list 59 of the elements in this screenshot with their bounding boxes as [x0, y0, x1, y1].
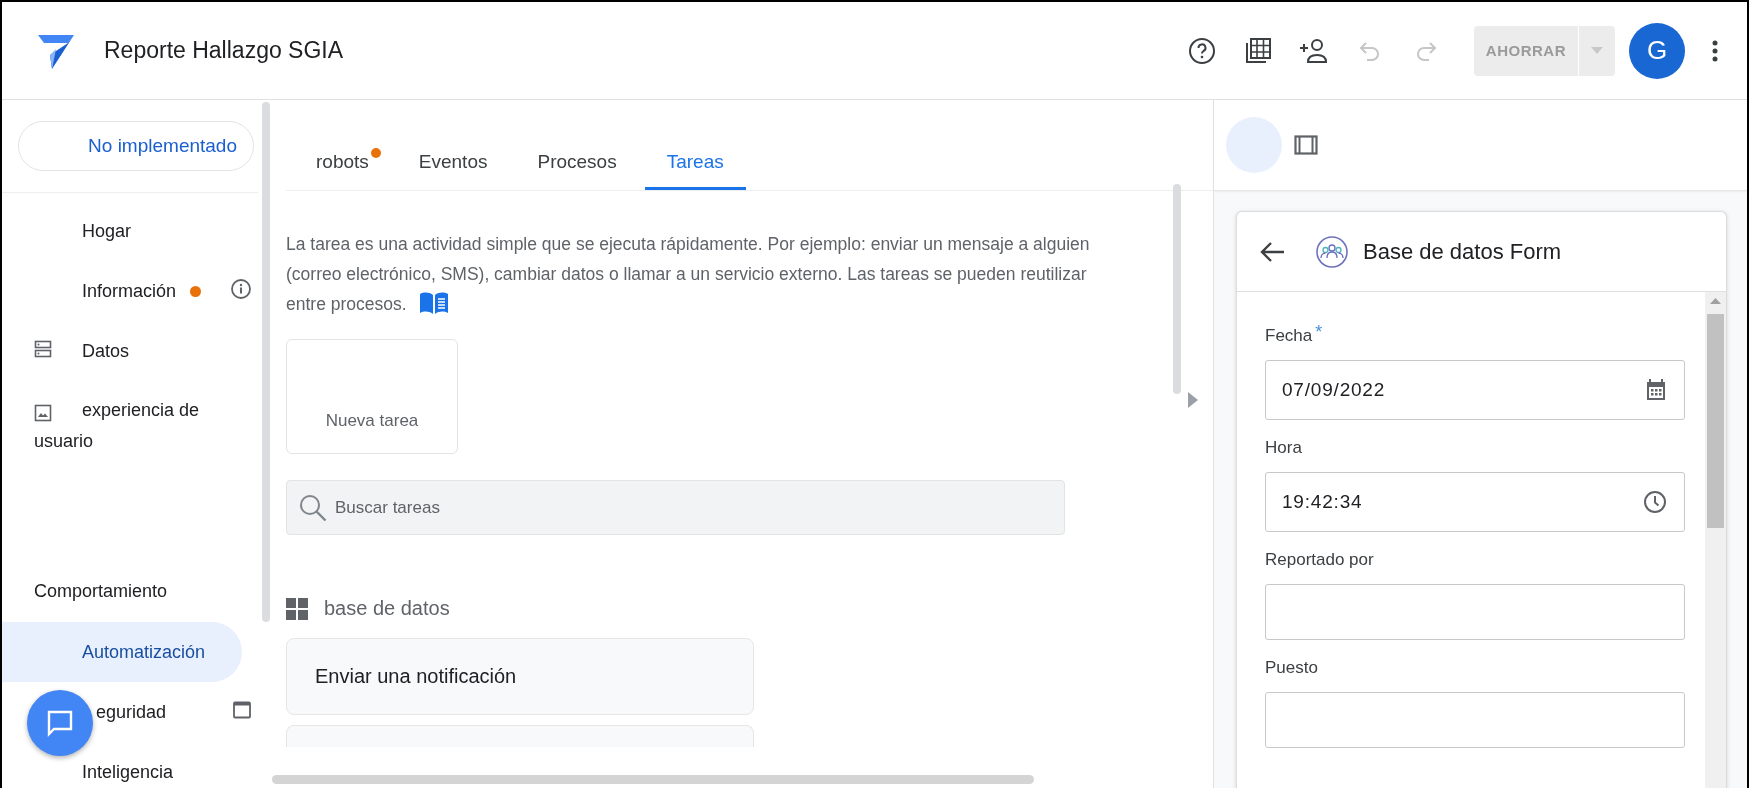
scrollbar-thumb[interactable]: [1707, 314, 1724, 528]
description-text: La tarea es una actividad simple que se ejecuta rápidamente. Por ejemplo: enviar un mensaje a alguien (correo electrónico, SMS), cambiar datos o llamar a un servicio externo. Las tareas se pueden reutilizar entre procesos.: [286, 233, 1091, 317]
people-icon: [1315, 234, 1349, 269]
form-title: Base de datos Form: [1363, 238, 1562, 265]
tab[interactable]: Procesos: [515, 134, 639, 190]
back-arrow-icon: [1259, 240, 1285, 263]
expand-arrow-icon: [1188, 392, 1198, 408]
scrollbar[interactable]: [1173, 184, 1181, 394]
required-mark: *: [1315, 326, 1323, 344]
input-field[interactable]: 19:42:34: [1265, 472, 1685, 532]
scrollbar[interactable]: [262, 102, 270, 622]
table-icon: [1243, 36, 1272, 65]
add-person-icon: [1298, 37, 1329, 64]
input-field[interactable]: [1265, 692, 1685, 748]
group-heading: base de datos: [324, 597, 450, 620]
field-label: Fecha: [1265, 326, 1313, 346]
info-icon: [230, 277, 252, 300]
field-label: Puesto: [1265, 658, 1318, 678]
tab[interactable]: robots: [294, 134, 391, 190]
search-field[interactable]: Buscar tareas: [286, 480, 1065, 535]
sidebar-item[interactable]: Datos: [2, 321, 254, 381]
grid-icon: [286, 597, 308, 620]
field-label: Hora: [1265, 438, 1302, 458]
sidebar-item[interactable]: Hogar: [2, 201, 254, 261]
window-icon: [232, 699, 252, 720]
tab[interactable]: Eventos: [396, 134, 510, 190]
chat-icon: [46, 709, 74, 737]
panel-icon: [1294, 135, 1318, 155]
sidebar-item[interactable]: Inteligencia: [2, 742, 254, 788]
chat-button[interactable]: [27, 690, 93, 756]
sidebar-item[interactable]: eguridad: [2, 682, 254, 743]
app-title: Reporte Hallazgo SGIA: [104, 37, 345, 64]
task-card[interactable]: [286, 725, 754, 747]
scrollbar[interactable]: [1705, 292, 1726, 788]
server-icon: [34, 339, 52, 358]
book-icon: [418, 291, 449, 315]
help-icon: [1187, 36, 1216, 65]
input-field[interactable]: [1265, 584, 1685, 640]
back-button[interactable]: [1259, 240, 1285, 263]
sidebar-item[interactable]: Automatización: [2, 622, 242, 683]
image-icon: [34, 403, 52, 422]
clock-icon: [1643, 490, 1667, 514]
scroll-up-icon: [1710, 298, 1721, 304]
user-avatar[interactable]: G: [1629, 22, 1685, 79]
task-card[interactable]: Enviar una notificación: [286, 638, 754, 715]
sidebar-item[interactable]: experiencia de usuario: [2, 381, 254, 471]
more-vertical-icon: [1712, 39, 1718, 62]
tab[interactable]: Tareas: [644, 134, 746, 190]
input-field[interactable]: 07/09/2022: [1265, 360, 1685, 420]
new-task-card[interactable]: Nueva tarea: [286, 339, 458, 454]
calendar-icon: [1645, 378, 1667, 402]
scrollbar[interactable]: [272, 775, 1034, 784]
caret-icon: [1591, 47, 1603, 54]
undo-icon: [1357, 39, 1382, 62]
section-heading: Comportamiento: [33, 579, 169, 603]
status-chip[interactable]: No implementado: [18, 121, 254, 171]
search-icon: [298, 493, 328, 523]
sidebar-item[interactable]: Información: [2, 261, 254, 321]
field-label: Reportado por: [1265, 550, 1374, 570]
